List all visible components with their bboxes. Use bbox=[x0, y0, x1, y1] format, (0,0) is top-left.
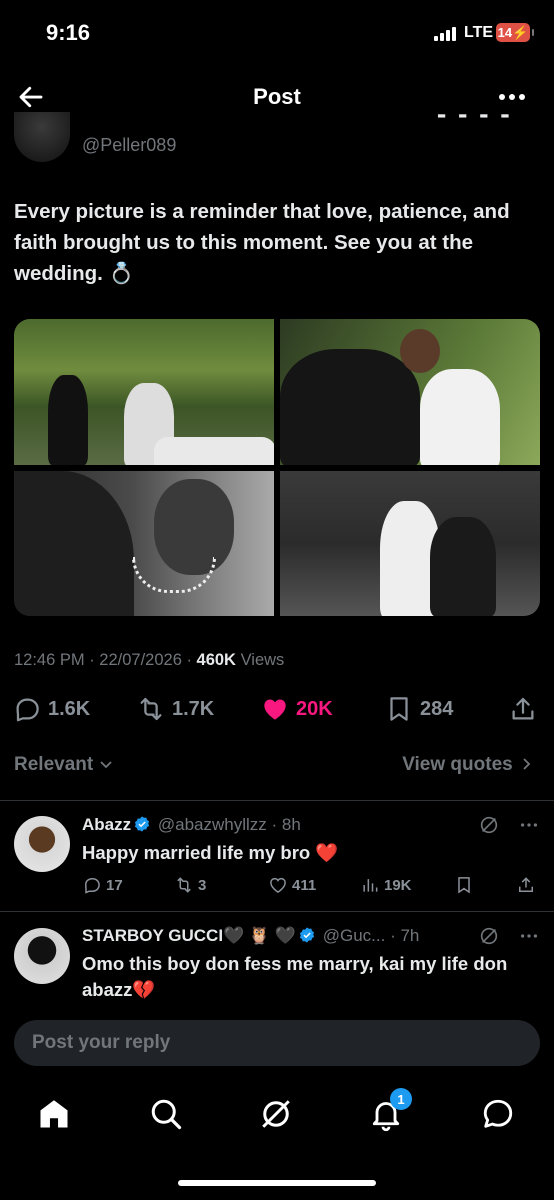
post-meta: 12:46 PM · 22/07/2026 · 460K Views bbox=[14, 651, 284, 670]
post-text: Every picture is a reminder that love, p… bbox=[14, 200, 510, 285]
page-title: Post bbox=[253, 84, 301, 109]
nav-grok[interactable] bbox=[258, 1096, 294, 1132]
reply-stats: 17 3 411 19K bbox=[82, 875, 542, 899]
reply-author-handle[interactable]: @abazwhyllzz bbox=[158, 815, 267, 834]
more-options-icon[interactable] bbox=[518, 925, 540, 947]
reply-reply-button[interactable]: 17 bbox=[82, 875, 123, 895]
follow-button-cut[interactable]: ⁃ ⁃ ⁃ ⁃ bbox=[436, 114, 526, 132]
reply-icons bbox=[478, 925, 540, 947]
reply-header: Abazz @abazwhyllzz · 8h bbox=[82, 815, 301, 835]
more-options-icon[interactable] bbox=[494, 82, 530, 112]
post-timestamp: 12:46 PM · 22/07/2026 · bbox=[14, 651, 197, 669]
reply-repost-count: 3 bbox=[198, 876, 207, 894]
like-count: 20K bbox=[296, 697, 333, 720]
bookmark-button[interactable]: 284 bbox=[384, 694, 453, 724]
bookmark-icon bbox=[390, 697, 408, 721]
view-quotes-link[interactable]: View quotes bbox=[402, 754, 534, 776]
reply-text: Happy married life my bro ❤️ bbox=[82, 842, 339, 863]
nav-home[interactable] bbox=[36, 1096, 72, 1132]
signal-icon bbox=[434, 26, 456, 41]
reply-like-button[interactable]: 411 bbox=[268, 875, 316, 895]
avatar[interactable] bbox=[14, 928, 70, 984]
chevron-down-icon bbox=[100, 761, 113, 769]
reply-icon bbox=[16, 698, 39, 722]
chevron-right-icon bbox=[523, 758, 531, 770]
reply-input[interactable] bbox=[32, 1020, 522, 1066]
bookmark-count: 284 bbox=[420, 697, 454, 720]
reply-views-count: 19K bbox=[384, 876, 412, 894]
sort-label: Relevant bbox=[14, 754, 94, 775]
verified-badge-icon bbox=[299, 927, 315, 943]
more-options-icon[interactable] bbox=[518, 814, 540, 836]
photo-couple-embrace[interactable] bbox=[280, 319, 540, 465]
bookmark-icon bbox=[458, 877, 470, 894]
battery-icon: 14 ⚡ bbox=[496, 23, 534, 42]
views-label: Views bbox=[235, 651, 285, 669]
status-bar: 9:16 LTE 14 ⚡ bbox=[0, 0, 554, 66]
heart-icon bbox=[270, 877, 286, 893]
grok-icon bbox=[262, 1100, 290, 1128]
divider bbox=[0, 800, 554, 801]
photo-closeup-veil[interactable] bbox=[14, 470, 274, 616]
reply-share-button[interactable] bbox=[516, 875, 536, 895]
reply-text: Omo this boy don fess me marry, kai my l… bbox=[82, 953, 508, 1000]
author-avatar[interactable] bbox=[14, 112, 70, 162]
share-icon bbox=[519, 877, 533, 892]
post-action-bar: 1.6K 1.7K 20K 284 bbox=[0, 690, 554, 730]
views-chart-icon bbox=[363, 879, 378, 892]
repost-button[interactable]: 1.7K bbox=[136, 694, 214, 724]
sort-relevant-dropdown[interactable]: Relevant bbox=[14, 754, 114, 776]
heart-filled-icon bbox=[264, 699, 286, 720]
reply-header: STARBOY GUCCI🖤 🦉 🖤 @Guc... · 7h bbox=[82, 926, 419, 946]
nav-messages[interactable] bbox=[480, 1096, 516, 1132]
repost-count: 1.7K bbox=[172, 697, 215, 720]
share-button[interactable] bbox=[508, 694, 538, 724]
reply-bookmark-button[interactable] bbox=[454, 875, 474, 895]
battery-level: 14 bbox=[497, 25, 513, 40]
grok-icon[interactable] bbox=[478, 814, 500, 836]
reply-composer bbox=[14, 1020, 540, 1066]
share-icon bbox=[512, 697, 534, 720]
reply-repost-button[interactable]: 3 bbox=[174, 875, 206, 895]
message-icon bbox=[483, 1099, 513, 1128]
view-quotes-label: View quotes bbox=[402, 754, 513, 775]
reply-like-count: 411 bbox=[292, 876, 317, 894]
repost-icon bbox=[177, 877, 191, 893]
reply-time: · 8h bbox=[271, 815, 301, 834]
notification-badge: 1 bbox=[390, 1088, 412, 1110]
photo-couple-sitting[interactable] bbox=[280, 470, 540, 616]
views-count: 460K bbox=[196, 651, 236, 669]
status-time: 9:16 bbox=[46, 20, 91, 45]
network-label: LTE bbox=[464, 24, 494, 41]
nav-search[interactable] bbox=[148, 1096, 184, 1132]
reply-button[interactable]: 1.6K bbox=[12, 694, 90, 724]
grok-icon[interactable] bbox=[478, 925, 500, 947]
home-indicator bbox=[178, 1180, 376, 1186]
search-icon bbox=[151, 1099, 182, 1130]
reply-reply-count: 17 bbox=[106, 876, 123, 894]
reply-views-button[interactable]: 19K bbox=[360, 875, 412, 895]
home-icon bbox=[40, 1100, 68, 1128]
divider bbox=[0, 911, 554, 912]
verified-badge-icon bbox=[135, 816, 150, 832]
nav-notifications[interactable]: 1 bbox=[368, 1088, 412, 1132]
like-button[interactable]: 20K bbox=[260, 694, 333, 724]
reply-icon bbox=[84, 878, 100, 894]
reply-icons bbox=[478, 814, 540, 836]
photo-couple-garden[interactable] bbox=[14, 319, 274, 465]
avatar[interactable] bbox=[14, 816, 70, 872]
reply-count: 1.6K bbox=[48, 697, 91, 720]
author-handle[interactable]: @Peller089 bbox=[82, 135, 176, 156]
reply-author-handle[interactable]: @Guc... bbox=[323, 926, 386, 945]
post-media-grid bbox=[14, 319, 540, 616]
reply-time: · 7h bbox=[390, 926, 420, 945]
repost-icon bbox=[140, 697, 162, 721]
reply-author-name[interactable]: Abazz bbox=[82, 815, 131, 834]
bottom-nav: 1 bbox=[0, 1088, 554, 1140]
reply-author-name[interactable]: STARBOY GUCCI🖤 🦉 🖤 bbox=[82, 926, 296, 945]
